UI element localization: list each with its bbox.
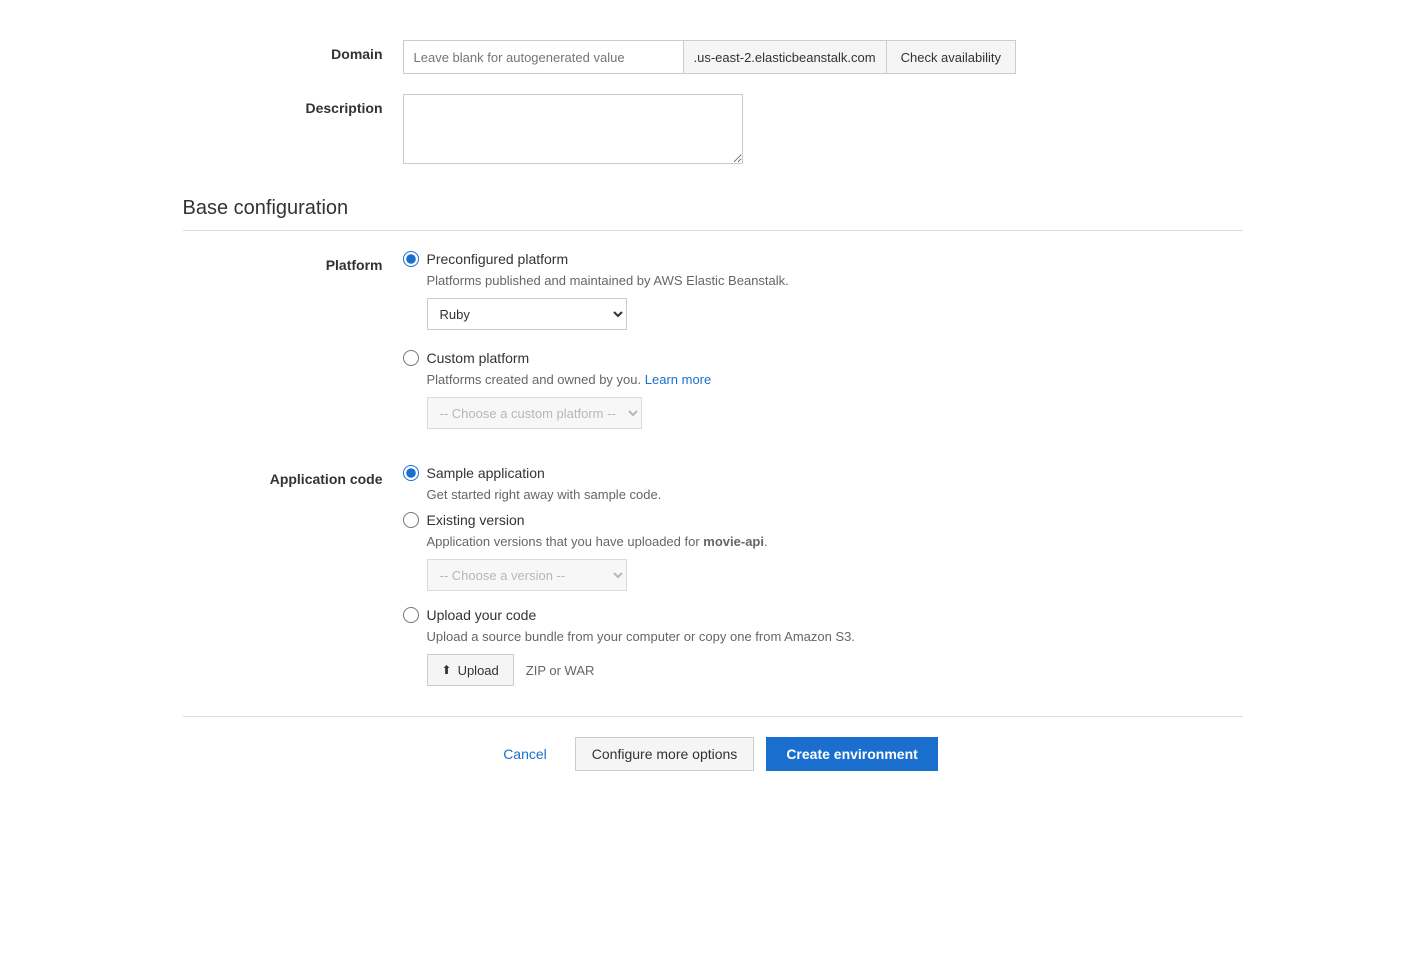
section-divider [183, 230, 1243, 231]
sample-description: Get started right away with sample code. [427, 487, 1243, 502]
custom-platform-select[interactable]: -- Choose a custom platform -- [427, 397, 642, 429]
domain-input[interactable] [403, 40, 683, 74]
description-textarea[interactable] [403, 94, 743, 164]
preconfigured-description: Platforms published and maintained by AW… [427, 273, 1243, 288]
existing-description: Application versions that you have uploa… [427, 534, 1243, 549]
sample-radio[interactable] [403, 465, 419, 481]
upload-description: Upload a source bundle from your compute… [427, 629, 1243, 644]
description-label: Description [183, 94, 403, 116]
custom-platform-option[interactable]: Custom platform [403, 350, 1243, 366]
cancel-button[interactable]: Cancel [487, 737, 563, 771]
custom-description: Platforms created and owned by you. Lear… [427, 372, 1243, 387]
zip-war-label: ZIP or WAR [526, 663, 595, 678]
upload-row: ⬆ Upload ZIP or WAR [427, 654, 1243, 686]
preconfigured-radio[interactable] [403, 251, 419, 267]
domain-label: Domain [183, 40, 403, 62]
upload-code-option[interactable]: Upload your code [403, 607, 1243, 623]
existing-label: Existing version [427, 512, 525, 528]
sample-label: Sample application [427, 465, 545, 481]
upload-label: Upload your code [427, 607, 537, 623]
app-code-label: Application code [183, 465, 403, 487]
existing-radio[interactable] [403, 512, 419, 528]
platform-label: Platform [183, 251, 403, 273]
upload-radio[interactable] [403, 607, 419, 623]
existing-version-select[interactable]: -- Choose a version -- [427, 559, 627, 591]
footer-buttons: Cancel Configure more options Create env… [183, 737, 1243, 771]
preconfigured-platform-option[interactable]: Preconfigured platform [403, 251, 1243, 267]
preconfigured-label: Preconfigured platform [427, 251, 569, 267]
domain-suffix: .us-east-2.elasticbeanstalk.com [683, 40, 886, 74]
upload-icon: ⬆ [442, 663, 452, 677]
preconfigured-platform-select[interactable]: Ruby Node.js PHP Python Java Go [427, 298, 627, 330]
configure-more-options-button[interactable]: Configure more options [575, 737, 755, 771]
footer-divider [183, 716, 1243, 717]
base-config-title: Base configuration [183, 197, 1243, 220]
existing-version-option[interactable]: Existing version [403, 512, 1243, 528]
check-availability-button[interactable]: Check availability [886, 40, 1016, 74]
sample-app-option[interactable]: Sample application [403, 465, 1243, 481]
custom-label: Custom platform [427, 350, 530, 366]
custom-learn-more-link[interactable]: Learn more [645, 372, 711, 387]
custom-radio[interactable] [403, 350, 419, 366]
create-environment-button[interactable]: Create environment [766, 737, 937, 771]
upload-button[interactable]: ⬆ Upload [427, 654, 514, 686]
